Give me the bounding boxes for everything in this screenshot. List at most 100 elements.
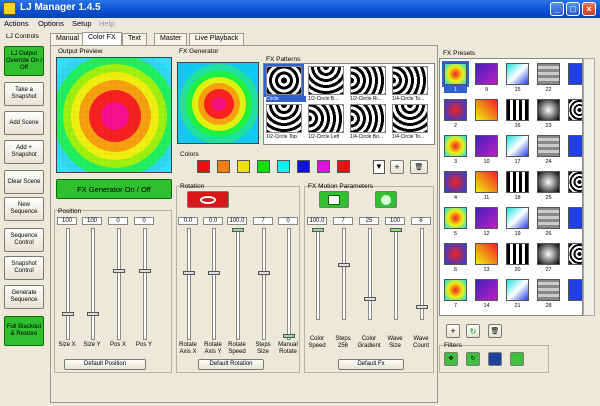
filter-icon-2[interactable]: ↻	[466, 352, 480, 366]
left-button-7[interactable]: Snapshot Control	[4, 256, 44, 280]
color-dropdown[interactable]: ▼	[373, 160, 385, 174]
preset-cell-19[interactable]	[568, 171, 582, 193]
position-slider-track-1[interactable]	[91, 228, 95, 340]
position-slider-track-0[interactable]	[66, 228, 70, 340]
motion-slider-knob-0[interactable]	[312, 228, 324, 232]
preset-cell-22[interactable]	[506, 207, 529, 229]
tab-live-playback[interactable]: Live Playback	[189, 33, 245, 45]
pattern-thumb-6[interactable]	[350, 104, 386, 133]
color-swatch-1[interactable]	[217, 160, 230, 173]
color-swatch-7[interactable]	[337, 160, 350, 173]
position-slider-knob-1[interactable]	[87, 312, 99, 317]
minimize-button[interactable]: _	[550, 2, 564, 16]
left-button-1[interactable]: Take a Snapshot	[4, 82, 44, 106]
rotation-slider-track-2[interactable]	[236, 228, 240, 340]
rotation-slider-knob-4[interactable]	[283, 333, 295, 338]
position-slider-track-3[interactable]	[143, 228, 147, 340]
preset-cell-34[interactable]	[568, 279, 582, 301]
preset-cell-27[interactable]	[506, 243, 529, 265]
motion-slider-knob-2[interactable]	[364, 296, 376, 301]
motion-slider-knob-1[interactable]	[338, 263, 350, 268]
pattern-thumb-5[interactable]	[308, 104, 344, 133]
color-swatch-4[interactable]	[277, 160, 290, 173]
preset-cell-11[interactable]	[475, 135, 498, 157]
preset-cell-32[interactable]	[506, 279, 529, 301]
rotate-button[interactable]	[187, 191, 229, 208]
pattern-thumb-7[interactable]	[392, 104, 428, 133]
filter-icon-1[interactable]: ✥	[444, 352, 458, 366]
tab-text[interactable]: Text	[122, 33, 147, 45]
left-button-2[interactable]: Add Scene	[4, 111, 44, 135]
left-button-9[interactable]: Full Blackout & Restore	[4, 316, 44, 346]
left-button-3[interactable]: Add + Snapshot	[4, 140, 44, 164]
rotation-slider-knob-0[interactable]	[183, 271, 195, 276]
filter-icon-3[interactable]	[488, 352, 502, 366]
color-swatch-3[interactable]	[257, 160, 270, 173]
preset-cell-29[interactable]	[568, 243, 582, 265]
delete-preset-icon[interactable]: 🗑	[488, 324, 502, 338]
fx-generator-toggle-button[interactable]: FX Generator On / Off	[56, 179, 172, 199]
rotation-slider-knob-2[interactable]	[232, 228, 244, 232]
left-button-8[interactable]: Generate Sequence	[4, 285, 44, 309]
rotation-slider-track-4[interactable]	[287, 228, 291, 340]
motion-slider-knob-4[interactable]	[416, 305, 428, 310]
motion-slider-track-1[interactable]	[342, 228, 346, 320]
preset-cell-21[interactable]	[475, 207, 498, 229]
color-swatch-0[interactable]	[197, 160, 210, 173]
preset-cell-0[interactable]	[442, 61, 469, 87]
preset-cell-2[interactable]	[506, 63, 529, 85]
preset-cell-9[interactable]	[568, 99, 582, 121]
position-slider-knob-3[interactable]	[139, 269, 151, 274]
preset-cell-17[interactable]	[506, 171, 529, 193]
color-swatch-2[interactable]	[237, 160, 250, 173]
menu-help[interactable]: Help	[99, 19, 114, 28]
add-preset-button[interactable]: +	[446, 324, 460, 338]
color-swatch-5[interactable]	[297, 160, 310, 173]
motion-default-button[interactable]: Default Fx	[338, 359, 404, 370]
rotation-slider-track-3[interactable]	[262, 228, 266, 340]
preset-cell-14[interactable]	[568, 135, 582, 157]
position-default-button[interactable]: Default Position	[64, 359, 146, 370]
position-slider-knob-2[interactable]	[113, 269, 125, 274]
color-swatch-6[interactable]	[317, 160, 330, 173]
rotation-slider-knob-1[interactable]	[208, 271, 220, 276]
motion-icon-2[interactable]	[375, 191, 397, 208]
preset-cell-26[interactable]	[475, 243, 498, 265]
pattern-thumb-0[interactable]	[264, 64, 304, 97]
preset-cell-15[interactable]	[444, 171, 467, 193]
preset-cell-24[interactable]	[568, 207, 582, 229]
position-slider-knob-0[interactable]	[62, 312, 74, 317]
menu-setup[interactable]: Setup	[72, 19, 92, 28]
filter-icon-4[interactable]	[510, 352, 524, 366]
add-color-button[interactable]: +	[390, 160, 404, 174]
left-button-4[interactable]: Clear Scene	[4, 170, 44, 194]
motion-slider-knob-3[interactable]	[390, 228, 402, 232]
pattern-thumb-1[interactable]	[308, 66, 344, 95]
left-button-6[interactable]: Sequence Control	[4, 228, 44, 252]
preset-cell-12[interactable]	[506, 135, 529, 157]
motion-icon-1[interactable]	[319, 191, 349, 208]
preset-cell-3[interactable]	[537, 63, 560, 85]
preset-cell-5[interactable]	[444, 99, 467, 121]
maximize-button[interactable]: □	[566, 2, 580, 16]
pattern-thumb-3[interactable]	[392, 66, 428, 95]
rotation-slider-track-1[interactable]	[212, 228, 216, 340]
tab-manual[interactable]: Manual	[50, 33, 85, 45]
preset-cell-4[interactable]	[568, 63, 582, 85]
preset-cell-30[interactable]	[444, 279, 467, 301]
rotation-slider-track-0[interactable]	[187, 228, 191, 340]
pattern-thumb-4[interactable]	[266, 104, 302, 133]
refresh-icon[interactable]: ↻	[466, 324, 480, 338]
preset-cell-7[interactable]	[506, 99, 529, 121]
preset-cell-18[interactable]	[537, 171, 560, 193]
menu-options[interactable]: Options	[38, 19, 64, 28]
preset-cell-6[interactable]	[475, 99, 498, 121]
preset-cell-25[interactable]	[444, 243, 467, 265]
preset-cell-1[interactable]	[475, 63, 498, 85]
motion-slider-track-2[interactable]	[368, 228, 372, 320]
menu-actions[interactable]: Actions	[4, 19, 29, 28]
preset-cell-10[interactable]	[444, 135, 467, 157]
motion-slider-track-3[interactable]	[394, 228, 398, 320]
preset-cell-23[interactable]	[537, 207, 560, 229]
preset-cell-28[interactable]	[537, 243, 560, 265]
